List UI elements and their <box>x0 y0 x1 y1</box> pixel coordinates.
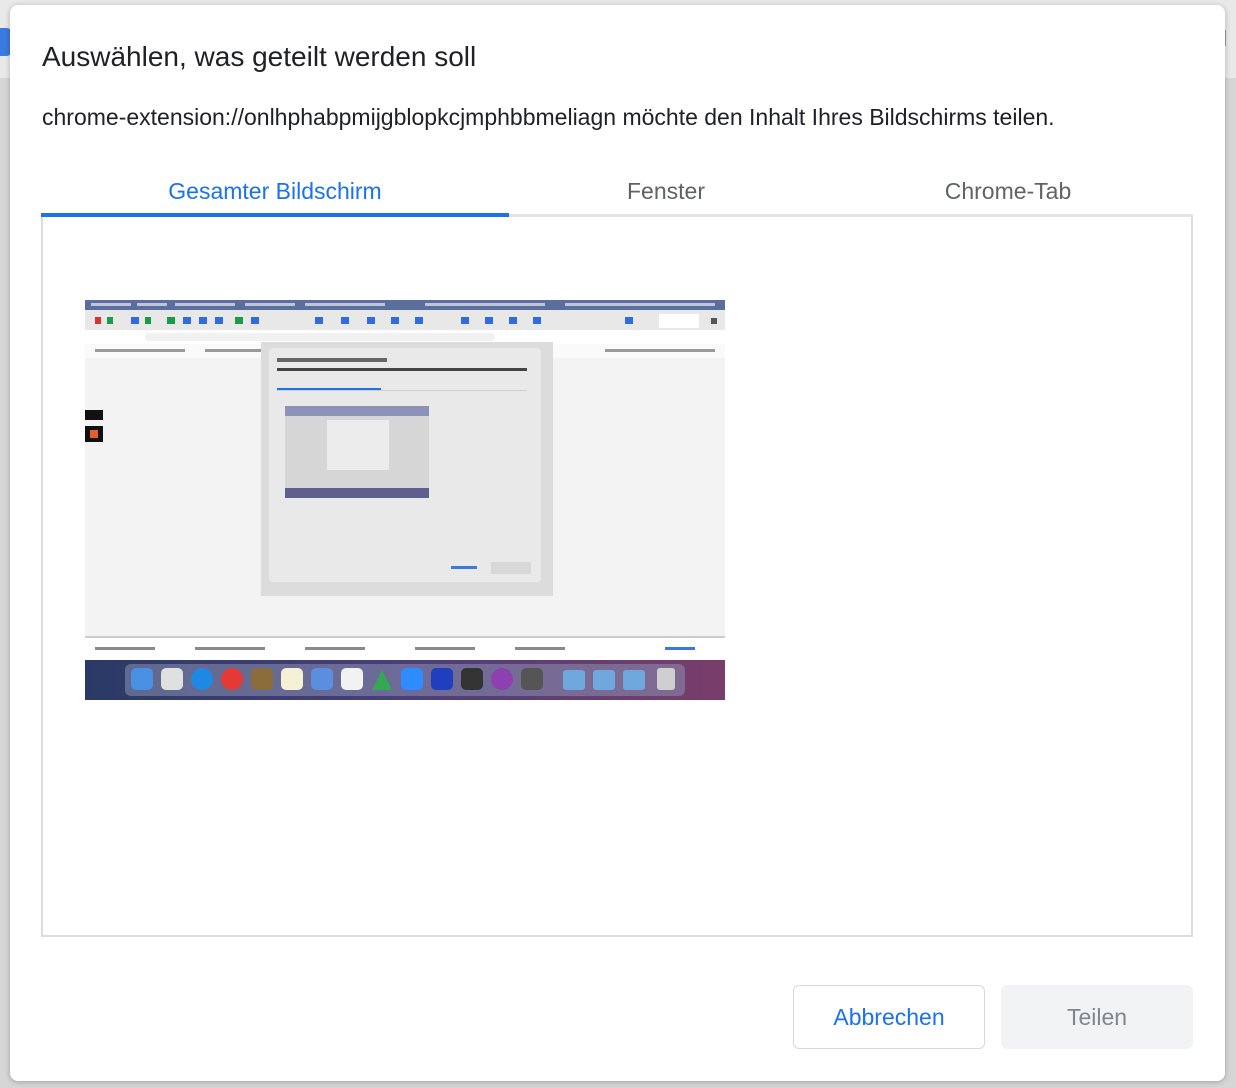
dialog-message: chrome-extension://onlhphabpmijgblopkcjm… <box>42 104 1055 130</box>
tab-window[interactable]: Fenster <box>509 165 823 217</box>
source-list-panel <box>41 217 1193 937</box>
screen-preview-image <box>85 300 725 700</box>
tab-chrome-tab[interactable]: Chrome-Tab <box>823 165 1193 217</box>
tab-entire-screen[interactable]: Gesamter Bildschirm <box>41 165 509 217</box>
screen-thumbnail[interactable] <box>85 300 725 700</box>
share-button[interactable]: Teilen <box>1001 985 1193 1049</box>
dialog-title: Auswählen, was geteilt werden soll <box>42 41 477 72</box>
source-tabs: Gesamter Bildschirm Fenster Chrome-Tab <box>41 165 1193 217</box>
cancel-button[interactable]: Abbrechen <box>793 985 985 1049</box>
screen-share-dialog: Auswählen, was geteilt werden soll chrom… <box>10 5 1225 1081</box>
